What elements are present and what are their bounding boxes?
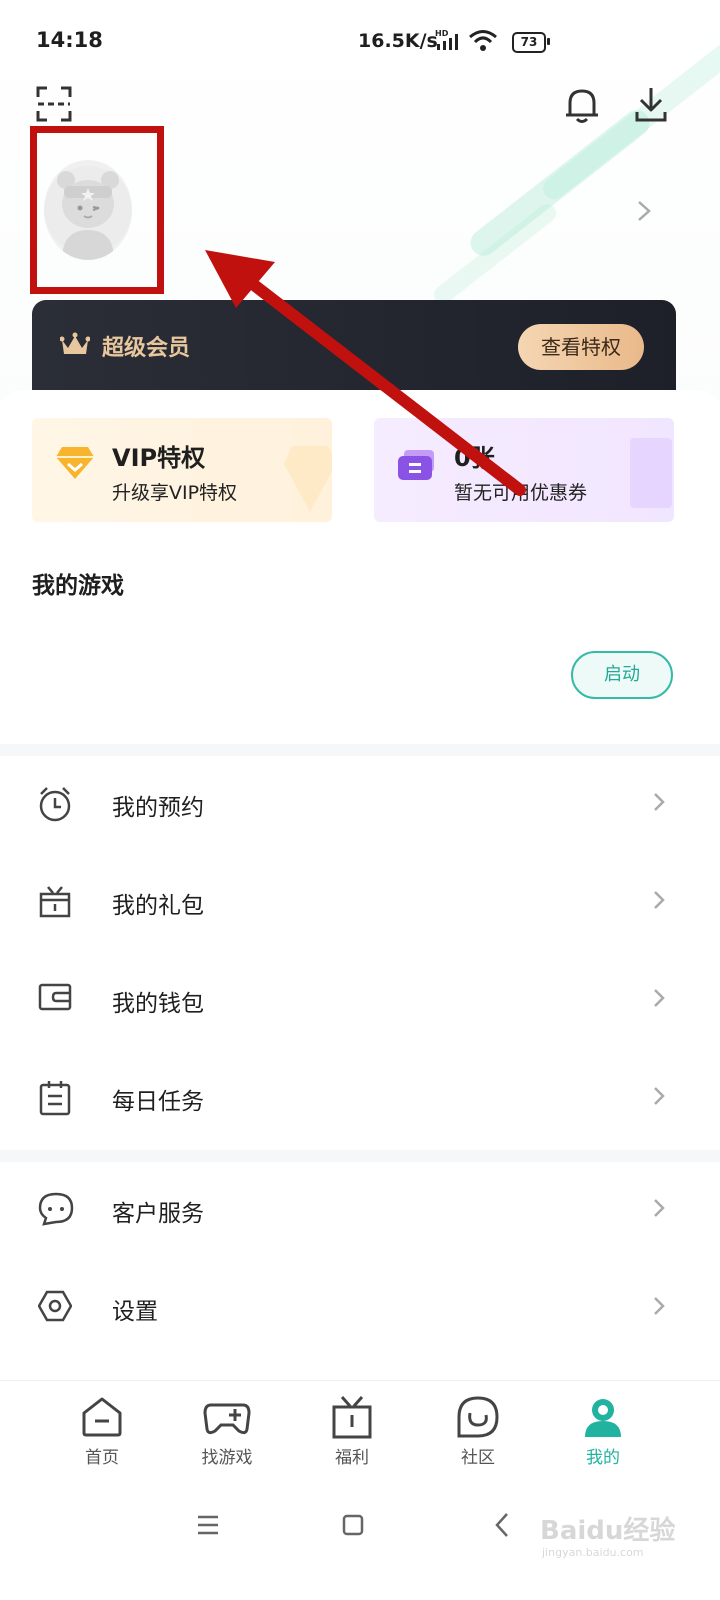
nav-home[interactable]: 首页 — [47, 1395, 157, 1468]
chevron-right-icon — [654, 891, 665, 909]
menu-item-label: 我的钱包 — [112, 991, 204, 1017]
gift-box-icon — [332, 1396, 372, 1439]
chevron-right-icon[interactable] — [636, 200, 652, 222]
crown-icon — [60, 332, 90, 354]
menu-item-settings[interactable]: 设置 — [0, 1260, 720, 1356]
watermark-text: Baidu经验 — [540, 1516, 676, 1546]
nav-me[interactable]: 我的 — [548, 1395, 658, 1468]
menu-item-reservations[interactable]: 我的预约 — [0, 756, 720, 852]
vip-privilege-card[interactable]: VIP特权 升级享VIP特权 — [32, 418, 332, 522]
alarm-clock-icon — [39, 787, 71, 822]
nav-label: 福利 — [335, 1448, 369, 1468]
annotation-highlight-box — [30, 126, 164, 294]
chevron-right-icon — [654, 1199, 665, 1217]
chat-bubble-icon — [38, 1192, 74, 1226]
hd-label: HD — [435, 29, 449, 38]
vip-banner-title: 超级会员 — [102, 336, 191, 361]
menu-item-customer-service[interactable]: 客户服务 — [0, 1162, 720, 1258]
community-icon — [457, 1396, 499, 1438]
wifi-icon — [469, 30, 497, 51]
bell-icon[interactable] — [565, 86, 599, 124]
nav-label: 我的 — [586, 1448, 620, 1468]
chevron-right-icon — [654, 1297, 665, 1315]
diamond-icon — [56, 447, 94, 479]
chevron-right-icon — [654, 793, 665, 811]
status-time: 14:18 — [36, 28, 103, 52]
menu-item-label: 我的礼包 — [112, 893, 204, 919]
back-icon[interactable] — [494, 1512, 510, 1538]
signal-icon: HD — [435, 29, 458, 50]
nav-find-games[interactable]: 找游戏 — [172, 1395, 282, 1468]
vip-card-subtitle: 升级享VIP特权 — [112, 482, 238, 504]
menu-item-daily-tasks[interactable]: 每日任务 — [0, 1050, 720, 1146]
ticket-watermark-icon — [630, 438, 672, 508]
wallet-icon — [38, 983, 72, 1011]
gamepad-icon — [203, 1403, 251, 1435]
chevron-right-icon — [654, 1087, 665, 1105]
diamond-watermark-icon — [284, 446, 332, 512]
nav-benefits[interactable]: 福利 — [297, 1395, 407, 1468]
my-games-title: 我的游戏 — [32, 573, 124, 599]
scan-icon[interactable] — [36, 86, 72, 122]
menu-item-label: 设置 — [112, 1299, 158, 1325]
battery-indicator: 73 — [512, 32, 546, 53]
menu-icon[interactable] — [196, 1514, 220, 1536]
coupon-count: 0张 — [454, 444, 495, 472]
network-speed: 16.5K/s — [358, 30, 438, 52]
nav-community[interactable]: 社区 — [423, 1395, 533, 1468]
divider — [0, 1150, 720, 1162]
person-icon — [585, 1399, 621, 1437]
menu-item-label: 每日任务 — [112, 1089, 204, 1115]
nav-label: 首页 — [85, 1448, 119, 1468]
coupon-card[interactable]: 0张 暂无可用优惠券 — [374, 418, 674, 522]
gift-icon — [39, 886, 71, 918]
nav-label: 找游戏 — [201, 1448, 253, 1468]
home-button-icon[interactable] — [342, 1514, 364, 1536]
baidu-watermark: Baidu经验 jingyan.baidu.com — [540, 1496, 680, 1568]
view-privileges-button[interactable]: 查看特权 — [518, 324, 644, 370]
ticket-icon — [398, 450, 434, 480]
menu-item-label: 我的预约 — [112, 795, 204, 821]
divider — [0, 744, 720, 756]
start-game-button[interactable]: 启动 — [571, 651, 673, 699]
chevron-right-icon — [654, 989, 665, 1007]
watermark-url: jingyan.baidu.com — [542, 1546, 644, 1559]
coupon-subtitle: 暂无可用优惠券 — [454, 482, 588, 504]
nav-label: 社区 — [461, 1448, 495, 1468]
home-icon — [82, 1397, 122, 1437]
menu-item-label: 客户服务 — [112, 1201, 204, 1227]
download-icon[interactable] — [634, 86, 668, 124]
vip-card-title: VIP特权 — [112, 444, 206, 472]
menu-item-gift-packs[interactable]: 我的礼包 — [0, 854, 720, 950]
menu-item-wallet[interactable]: 我的钱包 — [0, 952, 720, 1048]
settings-hexagon-icon — [38, 1290, 72, 1322]
bottom-navigation: 首页 找游戏 福利 社区 我的 — [0, 1380, 720, 1481]
task-list-icon — [39, 1081, 71, 1116]
